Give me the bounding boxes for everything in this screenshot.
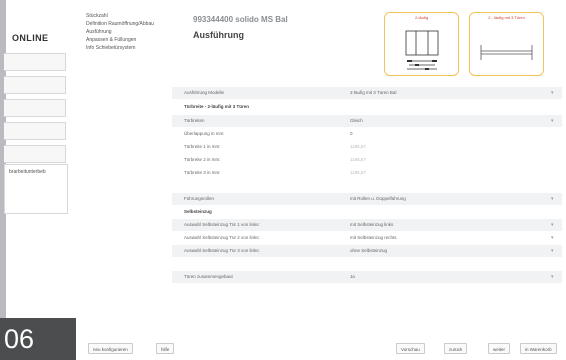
form-row-label: Türbreite - 2-läufig mit 3 Türen	[184, 104, 250, 109]
sidebar-button-1[interactable]	[4, 53, 66, 71]
form-input-value[interactable]: 0	[350, 128, 353, 140]
form-row-label: Führungsrollen	[184, 196, 215, 201]
form-select-value[interactable]: 2-läufig mit 3 Türen Bal	[350, 87, 396, 99]
form-row-label: Türbreite 2 in mm:	[184, 157, 221, 162]
left-sidebar: ONLINE brarbeitunterbeb 06	[0, 0, 76, 360]
form-select-value[interactable]: mit Rollen u. Doppelführung	[350, 193, 406, 205]
form-select-value[interactable]: mit Selbsteinzug rechts	[350, 232, 397, 244]
form-row: Türbreite 2 in mm: 1185,67	[172, 154, 562, 166]
chevron-down-icon[interactable]: ▾	[551, 232, 554, 244]
step-navigation: Stückzahl Definition Raumöffnung/Abbau A…	[86, 12, 178, 52]
form-row[interactable]: Türen zusammengebaut Ja ▾	[172, 271, 562, 283]
form-select-value[interactable]: Ja	[350, 271, 355, 283]
form-input-value[interactable]: 1185,67	[350, 141, 366, 153]
form-row-label: Türbreite 3 in mm:	[184, 170, 221, 175]
chevron-down-icon[interactable]: ▾	[551, 115, 554, 127]
form-row-label: Türbreite 1 in mm:	[184, 144, 221, 149]
nav-item-fuellungen[interactable]: Anpassen & Füllungen	[86, 36, 178, 44]
step-badge: 06	[0, 318, 76, 360]
form-row-label: Auswahl Selbsteinzug Tür 1 von links:	[184, 222, 260, 227]
variant-card-2-laeufig-3-tueren[interactable]: 2 - läufig mit 3 Türen	[469, 12, 544, 76]
sidebar-button-4[interactable]	[4, 122, 66, 140]
form-row-label: Selbsteinzug	[184, 209, 212, 214]
sidebar-button-3[interactable]	[4, 99, 66, 117]
form-row: Türbreite 1 in mm: 1185,67	[172, 141, 562, 153]
form-input-value[interactable]: 1185,67	[350, 154, 366, 166]
form-row[interactable]: Führungsrollen mit Rollen u. Doppelführun…	[172, 193, 562, 205]
next-button[interactable]: weiter	[488, 343, 511, 354]
sidebar-info-panel: brarbeitunterbeb	[4, 164, 68, 214]
form-row: Überlappung in mm: 0	[172, 128, 562, 140]
form-select-value[interactable]: Gleich	[350, 115, 363, 127]
reconfigure-button[interactable]: neu konfigurieren	[88, 343, 133, 354]
form-row-label: Auswahl Selbsteinzug Tür 2 von links:	[184, 235, 260, 240]
brand-logo: ONLINE	[12, 33, 49, 43]
add-to-cart-button[interactable]: in Warenkorb	[520, 343, 557, 354]
sidebar-button-2[interactable]	[4, 76, 66, 94]
form-row[interactable]: Auswahl Selbsteinzug Tür 1 von links: mit…	[172, 219, 562, 231]
form-row: Türbreite 3 in mm: 1185,67	[172, 167, 562, 179]
form-row: Selbsteinzug	[172, 206, 562, 218]
form-row-label: Türbreiten	[184, 118, 205, 123]
chevron-down-icon[interactable]: ▾	[551, 87, 554, 99]
nav-item-stueckzahl[interactable]: Stückzahl	[86, 12, 178, 20]
nav-item-info[interactable]: Info Schiebetürsystem	[86, 44, 178, 52]
nav-item-ausfuehrung[interactable]: Ausführung	[86, 28, 178, 36]
sidebar-panel-text: brarbeitunterbeb	[9, 169, 46, 175]
chevron-down-icon[interactable]: ▾	[551, 219, 554, 231]
form-row-label: Auswahl Selbsteinzug Tür 3 von links:	[184, 248, 260, 253]
form-row[interactable]: Auswahl Selbsteinzug Tür 2 von links: mit…	[172, 232, 562, 244]
preview-button[interactable]: Vorschau	[396, 343, 425, 354]
chevron-down-icon[interactable]: ▾	[551, 193, 554, 205]
nav-item-raumoeffnung[interactable]: Definition Raumöffnung/Abbau	[86, 20, 178, 28]
form-row-label: Türen zusammengebaut	[184, 274, 233, 279]
chevron-down-icon[interactable]: ▾	[551, 245, 554, 257]
product-code: 993344400 solido MS Bal	[193, 15, 288, 24]
form-select-value[interactable]: ohne Selbsteinzug	[350, 245, 387, 257]
form-row[interactable]: Türbreiten Gleich ▾	[172, 115, 562, 127]
form-select-value[interactable]: mit Selbsteinzug links	[350, 219, 393, 231]
page-title: Ausführung	[193, 30, 244, 40]
sidebar-button-5[interactable]	[4, 145, 66, 163]
form-input-value[interactable]: 1185,67	[350, 167, 366, 179]
chevron-down-icon[interactable]: ▾	[551, 271, 554, 283]
app-window: ONLINE brarbeitunterbeb 06 Stückzahl Def…	[0, 0, 566, 360]
form-row-label: Überlappung in mm:	[184, 131, 225, 136]
door-diagram-icon	[405, 30, 439, 70]
form-row-label: Ausführung Modelle	[184, 90, 225, 95]
door-track-icon	[480, 45, 533, 60]
form-row: Türbreite - 2-läufig mit 3 Türen	[172, 101, 562, 113]
back-button[interactable]: zurück	[444, 343, 468, 354]
form-row[interactable]: Auswahl Selbsteinzug Tür 3 von links: ohn…	[172, 245, 562, 257]
help-button[interactable]: hilfe	[156, 343, 175, 354]
variant-card-2-laeufig[interactable]: 2-läufig	[384, 12, 459, 76]
form-row[interactable]: Ausführung Modelle 2-läufig mit 3 Türen B…	[172, 87, 562, 99]
